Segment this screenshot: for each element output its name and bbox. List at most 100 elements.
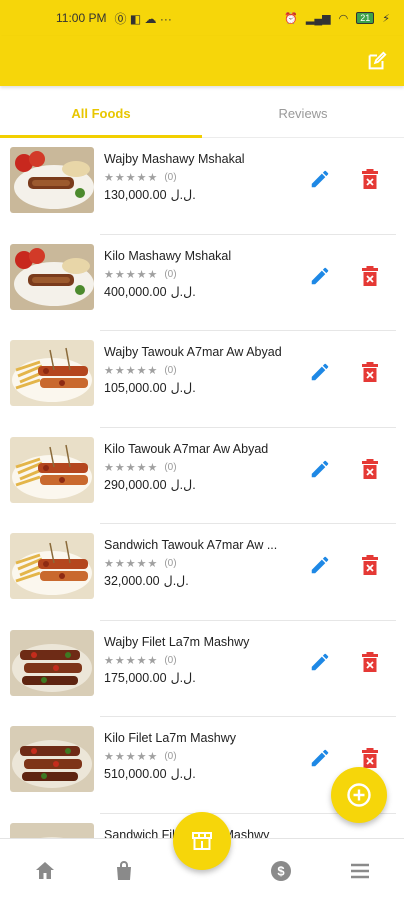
edit-icon[interactable] <box>309 651 331 673</box>
rating-stars: ★★★★★ (0) <box>104 461 177 474</box>
food-list-item[interactable]: Kilo Mashawy Mshakal ★★★★★ (0) 400,000.0… <box>0 235 404 332</box>
delete-icon[interactable] <box>360 651 380 673</box>
star-icons: ★★★★★ <box>104 558 159 570</box>
price-value: 130,000.00 <box>104 188 167 202</box>
food-price: 290,000.00 ل.ل. <box>104 477 196 492</box>
edit-icon[interactable] <box>309 554 331 576</box>
food-image <box>10 629 94 696</box>
food-name: Kilo Tawouk A7mar Aw Abyad <box>104 441 269 456</box>
rating-count: (0) <box>164 268 177 280</box>
price-value: 175,000.00 <box>104 670 167 685</box>
menu-icon[interactable] <box>348 859 372 883</box>
rating-stars: ★★★★★ (0) <box>104 750 177 763</box>
edit-icon[interactable] <box>309 168 331 190</box>
food-image <box>10 340 94 406</box>
price-currency: ل.ل. <box>170 188 196 202</box>
rating-stars: ★★★★★ (0) <box>104 364 177 377</box>
food-image <box>10 243 94 310</box>
price-value: 510,000.00 <box>104 767 167 781</box>
edit-icon[interactable] <box>309 458 331 480</box>
food-list-item[interactable]: Wajby Tawouk A7mar Aw Abyad ★★★★★ (0) 10… <box>0 331 404 428</box>
food-name: Sandwich Tawouk A7mar Aw ... <box>104 538 278 552</box>
charging-icon: ⚡ <box>382 12 390 25</box>
add-circle-icon <box>347 783 371 807</box>
food-list-item[interactable]: Wajby Filet La7m Mashwy ★★★★★ (0) 175,00… <box>0 621 404 718</box>
rating-count: (0) <box>164 461 177 473</box>
food-image <box>10 726 94 792</box>
delete-icon[interactable] <box>360 265 380 287</box>
food-list-item[interactable]: Sandwich Tawouk A7mar Aw ... ★★★★★ (0) 3… <box>0 524 404 621</box>
edit-icon[interactable] <box>309 747 331 769</box>
star-icons: ★★★★★ <box>104 172 159 184</box>
tab-bar: All Foods Reviews <box>0 90 404 138</box>
price-value: 105,000.00 <box>104 381 167 395</box>
svg-text:$: $ <box>277 864 285 879</box>
rating-count: (0) <box>164 172 177 183</box>
rating-stars: ★★★★★ (0) <box>104 654 177 667</box>
app-bar <box>0 36 404 86</box>
add-food-button[interactable] <box>331 767 387 823</box>
store-icon <box>192 832 212 850</box>
rating-count: (0) <box>164 751 177 762</box>
shopping-bag-icon[interactable] <box>112 859 136 883</box>
food-name: Wajby Mashawy Mshakal <box>104 152 245 166</box>
status-bar: 11:00 PM ⓪ ◧ ☁ ··· ⏰ ▂▄▆ ◠ 21 ⚡ <box>0 0 404 36</box>
food-name: Kilo Filet La7m Mashwy <box>104 731 236 745</box>
edit-icon[interactable] <box>309 361 331 383</box>
edit-icon[interactable] <box>309 265 331 287</box>
delete-icon[interactable] <box>360 168 380 190</box>
tab-all-foods[interactable]: All Foods <box>0 90 202 138</box>
food-image <box>10 147 94 213</box>
food-name: Kilo Mashawy Mshakal <box>104 248 232 263</box>
rating-stars: ★★★★★ (0) <box>104 557 177 570</box>
price-currency: ل.ل. <box>170 381 196 395</box>
alarm-icon: ⏰ <box>284 12 298 25</box>
star-icons: ★★★★★ <box>104 365 159 377</box>
price-currency: ل.ل. <box>163 574 189 588</box>
food-price: 130,000.00 ل.ل. <box>104 187 196 202</box>
food-image <box>10 822 94 838</box>
battery-icon: 21 <box>356 12 375 24</box>
food-name: Wajby Filet La7m Mashwy <box>104 634 250 649</box>
food-price: 105,000.00 ل.ل. <box>104 380 196 395</box>
dollar-icon[interactable]: $ <box>269 859 293 883</box>
price-currency: ل.ل. <box>170 670 196 685</box>
price-value: 32,000.00 <box>104 574 160 588</box>
food-price: 510,000.00 ل.ل. <box>104 766 196 781</box>
star-icons: ★★★★★ <box>104 461 159 474</box>
rating-count: (0) <box>164 654 177 666</box>
status-system-icons: ⏰ ▂▄▆ ◠ 21 ⚡ <box>284 12 390 25</box>
rating-stars: ★★★★★ (0) <box>104 171 177 184</box>
price-currency: ل.ل. <box>170 477 196 492</box>
food-name: Wajby Tawouk A7mar Aw Abyad <box>104 345 282 359</box>
food-image <box>10 436 94 503</box>
star-icons: ★★★★★ <box>104 751 159 763</box>
food-price: 175,000.00 ل.ل. <box>104 670 196 685</box>
status-time: 11:00 PM <box>56 11 107 25</box>
store-button[interactable] <box>173 812 231 870</box>
status-notification-icons: ⓪ ◧ ☁ ··· <box>114 11 172 26</box>
home-icon[interactable] <box>33 859 57 883</box>
star-icons: ★★★★★ <box>104 268 159 281</box>
rating-count: (0) <box>164 365 177 376</box>
edit-note-icon[interactable] <box>366 50 388 72</box>
food-list: Wajby Mashawy Mshakal ★★★★★ (0) 130,000.… <box>0 138 404 838</box>
price-currency: ل.ل. <box>170 284 196 299</box>
food-price: 400,000.00 ل.ل. <box>104 284 196 299</box>
delete-icon[interactable] <box>360 458 380 480</box>
price-value: 400,000.00 <box>104 284 167 299</box>
price-currency: ل.ل. <box>170 767 196 781</box>
delete-icon[interactable] <box>360 361 380 383</box>
price-value: 290,000.00 <box>104 477 167 492</box>
delete-icon[interactable] <box>360 747 380 769</box>
delete-icon[interactable] <box>360 554 380 576</box>
wifi-icon: ◠ <box>338 12 349 25</box>
food-image <box>10 533 94 599</box>
tab-reviews[interactable]: Reviews <box>202 90 404 137</box>
food-list-item[interactable]: Kilo Tawouk A7mar Aw Abyad ★★★★★ (0) 290… <box>0 428 404 525</box>
food-price: 32,000.00 ل.ل. <box>104 573 189 588</box>
star-icons: ★★★★★ <box>104 654 159 667</box>
rating-stars: ★★★★★ (0) <box>104 268 177 281</box>
food-list-item[interactable]: Wajby Mashawy Mshakal ★★★★★ (0) 130,000.… <box>0 138 404 235</box>
signal-icon: ▂▄▆ <box>305 12 331 25</box>
